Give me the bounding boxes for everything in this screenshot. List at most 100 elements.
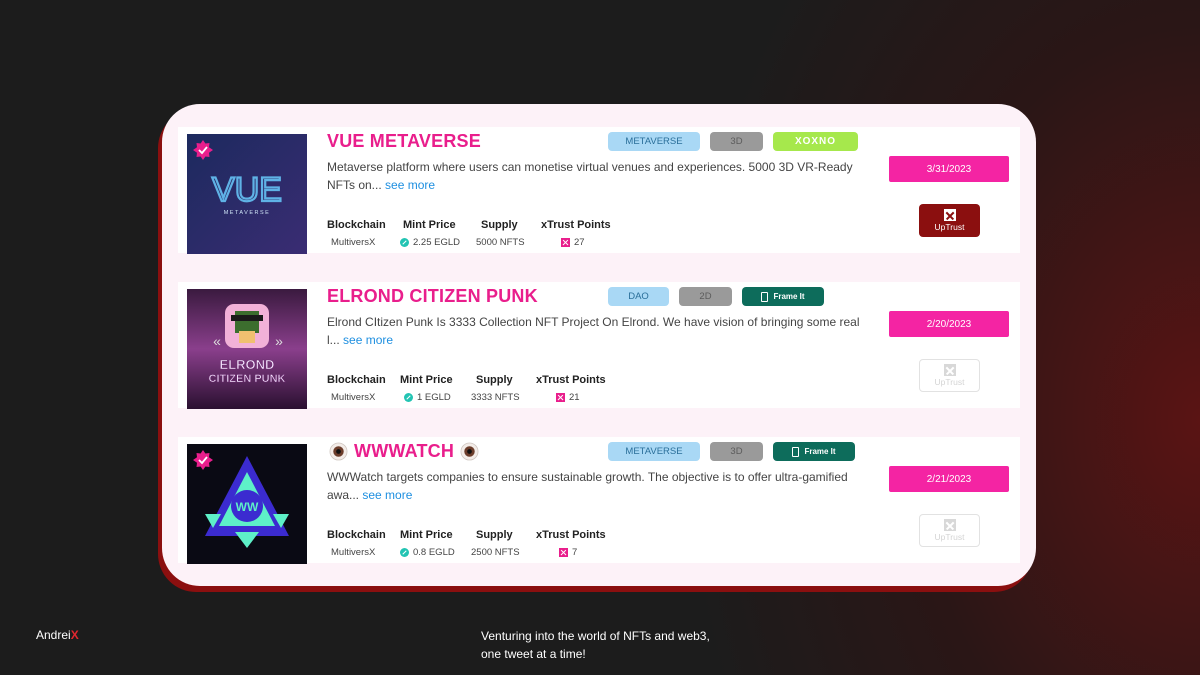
svg-text:«: « bbox=[213, 333, 221, 349]
xtrust-points-value: 27 bbox=[574, 237, 585, 248]
uptrust-button[interactable]: UpTrust bbox=[919, 204, 980, 237]
stat-header-mint-price: Mint Price bbox=[400, 374, 453, 386]
tag-3d[interactable]: 3D bbox=[710, 132, 763, 151]
stat-blockchain: MultiversX bbox=[331, 237, 375, 248]
stat-header-xtrust-points: xTrust Points bbox=[536, 374, 606, 386]
see-more-link[interactable]: see more bbox=[343, 333, 393, 347]
stat-xtrust-points: 21 bbox=[556, 392, 580, 403]
thumb-logo-subtext: CITIZEN PUNK bbox=[209, 373, 286, 385]
project-row-vue-metaverse: VUE METAVERSE VUE METAVERSE Metaverse pl… bbox=[178, 127, 1020, 254]
uptrust-icon bbox=[943, 519, 956, 531]
xtrust-points-value: 7 bbox=[572, 547, 578, 558]
thumb-logo-subtext: METAVERSE bbox=[224, 210, 271, 216]
uptrust-label: UpTrust bbox=[934, 532, 965, 542]
thumb-logo-text: WW bbox=[236, 500, 259, 514]
stat-mint-price: 1 EGLD bbox=[404, 392, 451, 403]
xtrust-icon bbox=[556, 393, 565, 402]
stat-supply: 2500 NFTS bbox=[471, 547, 520, 558]
verified-badge-icon bbox=[193, 140, 213, 160]
eye-icon bbox=[460, 442, 479, 461]
egld-icon bbox=[404, 393, 413, 402]
tag-metaverse[interactable]: METAVERSE bbox=[608, 442, 700, 461]
mint-date-badge: 2/21/2023 bbox=[889, 466, 1009, 492]
stat-header-blockchain: Blockchain bbox=[327, 374, 386, 386]
stat-xtrust-points: 27 bbox=[561, 237, 585, 248]
see-more-link[interactable]: see more bbox=[385, 178, 435, 192]
mint-price-value: 0.8 EGLD bbox=[413, 547, 455, 558]
project-row-wwwatch: WW WWWATCH WWWatch targets companies to … bbox=[178, 437, 1020, 564]
frame-it-label: Frame It bbox=[804, 447, 836, 456]
frame-it-button[interactable]: Frame It bbox=[742, 287, 824, 306]
project-thumbnail[interactable]: « » ELROND CITIZEN PUNK bbox=[187, 289, 307, 409]
brand-name: Andrei bbox=[36, 628, 71, 642]
brand-logo: AndreiX bbox=[36, 628, 79, 642]
tag-metaverse[interactable]: METAVERSE bbox=[608, 132, 700, 151]
supply-value: 2500 NFTS bbox=[471, 547, 520, 558]
uptrust-button[interactable]: UpTrust bbox=[919, 359, 980, 392]
stat-header-supply: Supply bbox=[481, 219, 518, 231]
stat-supply: 3333 NFTS bbox=[471, 392, 520, 403]
tagline-line-2: one tweet at a time! bbox=[481, 647, 586, 661]
project-title-text: ELROND CITIZEN PUNK bbox=[327, 286, 538, 306]
project-row-elrond-citizen-punk: « » ELROND CITIZEN PUNK ELROND CITIZEN P… bbox=[178, 282, 1020, 409]
xtrust-points-value: 21 bbox=[569, 392, 580, 403]
brand-mark: X bbox=[70, 628, 79, 642]
uptrust-button[interactable]: UpTrust bbox=[919, 514, 980, 547]
stat-header-supply: Supply bbox=[476, 529, 513, 541]
supply-value: 5000 NFTS bbox=[476, 237, 525, 248]
uptrust-label: UpTrust bbox=[934, 377, 965, 387]
svg-text:»: » bbox=[275, 333, 283, 349]
stat-mint-price: 2.25 EGLD bbox=[400, 237, 460, 248]
project-description: Elrond CItizen Punk Is 3333 Collection N… bbox=[327, 314, 867, 349]
tagline: Venturing into the world of NFTs and web… bbox=[481, 627, 781, 663]
project-description: Metaverse platform where users can monet… bbox=[327, 159, 867, 194]
blockchain-value: MultiversX bbox=[331, 392, 376, 403]
eye-icon bbox=[329, 442, 348, 461]
stat-header-xtrust-points: xTrust Points bbox=[541, 219, 611, 231]
thumb-logo-text: VUE bbox=[212, 171, 282, 209]
egld-icon bbox=[400, 238, 409, 247]
tag-2d[interactable]: 2D bbox=[679, 287, 732, 306]
project-title[interactable]: WWWATCH bbox=[327, 441, 485, 462]
tag-3d[interactable]: 3D bbox=[710, 442, 763, 461]
uptrust-icon bbox=[943, 364, 956, 376]
project-title[interactable]: ELROND CITIZEN PUNK bbox=[327, 286, 538, 307]
project-thumbnail[interactable]: WW bbox=[187, 444, 307, 564]
uptrust-icon bbox=[943, 209, 956, 221]
stat-header-blockchain: Blockchain bbox=[327, 219, 386, 231]
xtrust-icon bbox=[561, 238, 570, 247]
mint-date-badge: 3/31/2023 bbox=[889, 156, 1009, 182]
tag-xoxno[interactable]: XOXNO bbox=[773, 132, 858, 151]
stat-supply: 5000 NFTS bbox=[476, 237, 525, 248]
frame-it-button[interactable]: Frame It bbox=[773, 442, 855, 461]
blockchain-value: MultiversX bbox=[331, 547, 376, 558]
mint-price-value: 2.25 EGLD bbox=[413, 237, 460, 248]
mint-price-value: 1 EGLD bbox=[417, 392, 451, 403]
thumb-logo-text: ELROND bbox=[220, 357, 275, 372]
stat-blockchain: MultiversX bbox=[331, 392, 375, 403]
egld-icon bbox=[400, 548, 409, 557]
project-title-text: WWWATCH bbox=[354, 441, 455, 461]
project-description: WWWatch targets companies to ensure sust… bbox=[327, 469, 867, 504]
frame-icon bbox=[761, 291, 769, 302]
blockchain-value: MultiversX bbox=[331, 237, 376, 248]
uptrust-label: UpTrust bbox=[934, 222, 965, 232]
stat-header-supply: Supply bbox=[476, 374, 513, 386]
stat-header-blockchain: Blockchain bbox=[327, 529, 386, 541]
project-title[interactable]: VUE METAVERSE bbox=[327, 131, 481, 152]
project-title-text: VUE METAVERSE bbox=[327, 131, 481, 151]
frame-icon bbox=[792, 446, 800, 457]
verified-badge-icon bbox=[193, 450, 213, 470]
stat-header-mint-price: Mint Price bbox=[400, 529, 453, 541]
see-more-link[interactable]: see more bbox=[362, 488, 412, 502]
project-thumbnail[interactable]: VUE METAVERSE bbox=[187, 134, 307, 254]
stat-header-mint-price: Mint Price bbox=[403, 219, 456, 231]
frame-it-label: Frame It bbox=[773, 292, 805, 301]
tag-dao[interactable]: DAO bbox=[608, 287, 669, 306]
description-text: Elrond CItizen Punk Is 3333 Collection N… bbox=[327, 315, 860, 347]
xtrust-icon bbox=[559, 548, 568, 557]
stat-mint-price: 0.8 EGLD bbox=[400, 547, 455, 558]
supply-value: 3333 NFTS bbox=[471, 392, 520, 403]
stat-blockchain: MultiversX bbox=[331, 547, 375, 558]
stat-xtrust-points: 7 bbox=[559, 547, 577, 558]
